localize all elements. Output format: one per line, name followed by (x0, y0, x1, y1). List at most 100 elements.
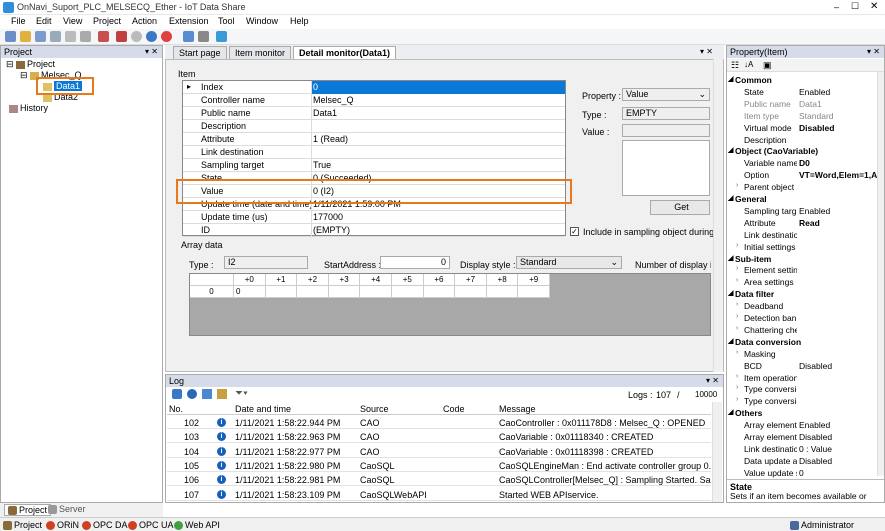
property-category[interactable]: ◢ Common (727, 74, 878, 86)
property-row[interactable]: Sampling targ Enabled (727, 205, 878, 217)
sort-az-icon[interactable]: ↓A (744, 60, 753, 69)
menu-window[interactable]: Window (246, 16, 278, 26)
settings-icon[interactable] (198, 31, 209, 42)
col-code[interactable]: Code (443, 404, 465, 414)
menu-project[interactable]: Project (93, 16, 121, 26)
property-row[interactable]: › Type conversic (727, 383, 878, 395)
menu-help[interactable]: Help (290, 16, 309, 26)
detail-scrollbar[interactable] (713, 59, 723, 372)
array-cell[interactable] (297, 286, 329, 298)
property-row[interactable]: Array element Disabled (727, 431, 878, 443)
property-row[interactable]: Link destinatic 0 : Value (727, 443, 878, 455)
item-row[interactable]: ▸ Index 0 (183, 81, 565, 94)
menu-action[interactable]: Action (132, 16, 157, 26)
table-row[interactable]: 107 i 1/11/2021 1:58:23.109 PM CaoSQLWebAPI… (167, 488, 711, 501)
value-field[interactable] (622, 124, 710, 137)
property-category[interactable]: ◢ Others (727, 407, 878, 420)
tab-project-panel[interactable]: Project (4, 504, 52, 517)
download-icon[interactable] (187, 389, 197, 399)
item-row[interactable]: ID (EMPTY) (183, 224, 565, 237)
menu-file[interactable]: File (11, 16, 26, 26)
property-row[interactable]: Data update at Disabled (727, 455, 878, 467)
get-button[interactable]: Get (650, 200, 710, 215)
menu-view[interactable]: View (63, 16, 82, 26)
property-row[interactable]: Virtual mode Disabled (727, 122, 878, 134)
log-scrollbar[interactable] (712, 402, 722, 502)
record-icon[interactable] (116, 31, 127, 42)
property-row[interactable]: Array element Enabled (727, 419, 878, 431)
property-row[interactable]: › Masking (727, 348, 878, 360)
property-row[interactable]: Description (727, 134, 878, 146)
new-icon[interactable] (5, 31, 16, 42)
item-row[interactable]: Description (183, 120, 565, 133)
col-datetime[interactable]: Date and time (235, 404, 291, 414)
tab-server-panel[interactable]: Server (48, 504, 86, 515)
refresh-icon[interactable] (146, 31, 157, 42)
property-row[interactable]: Option VT=Word,Elem=1,A (727, 169, 878, 181)
array-cell[interactable] (518, 286, 550, 298)
property-category[interactable]: ◢ Data conversion (727, 335, 878, 348)
item-row[interactable]: Controller name Melsec_Q (183, 94, 565, 107)
panel-pin-icon[interactable]: ▾ ✕ (706, 375, 719, 387)
property-category[interactable]: ◢ Object (CaoVariable) (727, 145, 878, 158)
property-select[interactable]: Value ⌄ (622, 88, 710, 101)
toolbox-icon[interactable] (98, 31, 109, 42)
property-pages-icon[interactable]: ▣ (763, 60, 772, 71)
open-icon[interactable] (20, 31, 31, 42)
table-row[interactable]: 103 i 1/11/2021 1:58:22.963 PM CAO CaoVariab… (167, 430, 711, 444)
panel-pin-icon[interactable]: ▾ ✕ (145, 46, 158, 58)
tab-start-page[interactable]: Start page (173, 46, 227, 59)
property-row[interactable]: › Initial settings (727, 241, 878, 253)
col-no[interactable]: No. (169, 404, 183, 414)
property-row[interactable]: › Deadband (727, 300, 878, 312)
property-row[interactable]: Item type Standard (727, 110, 878, 122)
close-icon[interactable]: ✕ (870, 1, 878, 12)
property-row[interactable]: Link destinatic (727, 229, 878, 241)
clear-log-icon[interactable] (172, 389, 182, 399)
property-row[interactable]: BCD Disabled (727, 360, 878, 372)
filter-icon[interactable]: ⏷▾ (235, 388, 248, 399)
item-row[interactable]: Update time (us) 177000 (183, 211, 565, 224)
menu-tool[interactable]: Tool (218, 16, 235, 26)
property-row[interactable]: Variable name D0 (727, 157, 878, 169)
start-address-input[interactable]: 0 (380, 256, 450, 269)
property-row[interactable]: State Enabled (727, 86, 878, 98)
table-row[interactable]: 106 i 1/11/2021 1:58:22.981 PM CaoSQL CaoSQL… (167, 473, 711, 487)
array-cell[interactable]: 0 (234, 286, 266, 298)
table-row[interactable]: 104 i 1/11/2021 1:58:22.977 PM CAO CaoVariab… (167, 445, 711, 458)
monitor-icon[interactable] (183, 31, 194, 42)
col-source[interactable]: Source (360, 404, 389, 414)
property-category[interactable]: ◢ Sub-item (727, 252, 878, 265)
property-row[interactable]: › Chattering che (727, 324, 878, 336)
tab-detail-monitor[interactable]: Detail monitor(Data1) (293, 46, 397, 59)
display-style-select[interactable]: Standard ⌄ (516, 256, 622, 269)
col-message[interactable]: Message (499, 404, 536, 414)
paste-icon[interactable] (65, 31, 76, 42)
item-row[interactable]: Public name Data1 (183, 107, 565, 120)
tab-item-monitor[interactable]: Item monitor (229, 46, 292, 59)
property-category[interactable]: ◢ General (727, 193, 878, 205)
menu-edit[interactable]: Edit (36, 16, 52, 26)
save-log-icon[interactable] (202, 389, 212, 399)
property-row[interactable]: Public name Data1 (727, 98, 878, 110)
help-icon[interactable] (216, 31, 227, 42)
delete-icon[interactable] (80, 31, 91, 42)
item-row[interactable]: Attribute 1 (Read) (183, 133, 565, 146)
menu-extension[interactable]: Extension (169, 16, 209, 26)
value-area[interactable] (622, 140, 710, 196)
property-category[interactable]: ◢ Data filter (727, 288, 878, 301)
tab-controls[interactable]: ▾ ✕ (700, 47, 713, 56)
property-row[interactable]: › Area settings (727, 276, 878, 288)
property-row[interactable]: Attribute Read (727, 217, 878, 229)
minimize-icon[interactable]: – (834, 2, 839, 12)
brush-icon[interactable] (217, 389, 227, 399)
play-icon[interactable] (131, 31, 142, 42)
array-cell[interactable] (265, 286, 298, 298)
tree-root[interactable]: ⊟ Project (6, 59, 55, 70)
table-row[interactable]: 102 i 1/11/2021 1:58:22.944 PM CAO CaoContro… (167, 416, 711, 429)
array-cell[interactable] (486, 286, 519, 298)
tree-history[interactable]: History (9, 103, 48, 113)
stop-icon[interactable] (161, 31, 172, 42)
maximize-icon[interactable]: ☐ (851, 1, 859, 12)
property-row[interactable]: › Type conversic (727, 395, 878, 407)
